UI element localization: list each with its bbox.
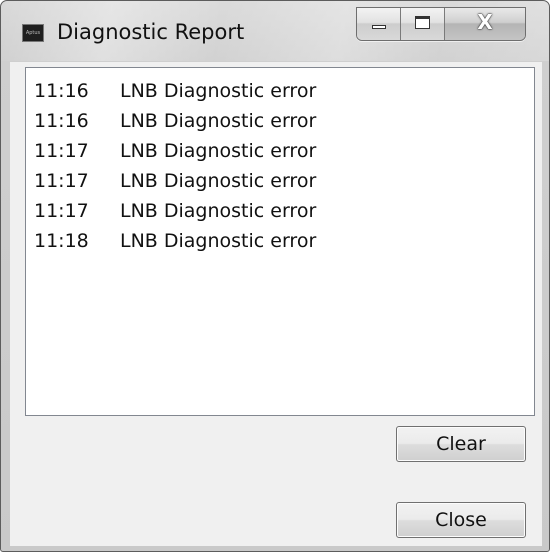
entry-message: LNB Diagnostic error [120, 230, 317, 252]
entry-message: LNB Diagnostic error [120, 170, 317, 192]
list-item[interactable]: 11:16 LNB Diagnostic error [26, 106, 534, 136]
entry-time: 11:17 [34, 140, 89, 162]
entry-time: 11:17 [34, 170, 89, 192]
diagnostic-report-window: Aptus Diagnostic Report X 11:16 LNB Diag… [0, 0, 550, 552]
client-area: 11:16 LNB Diagnostic error 11:16 LNB Dia… [10, 62, 542, 546]
clear-button[interactable]: Clear [396, 426, 526, 462]
list-item[interactable]: 11:17 LNB Diagnostic error [26, 166, 534, 196]
window-title: Diagnostic Report [57, 20, 245, 44]
minimize-button[interactable] [357, 8, 401, 40]
maximize-button[interactable] [401, 8, 445, 40]
caption-buttons: X [356, 7, 526, 41]
list-item[interactable]: 11:17 LNB Diagnostic error [26, 136, 534, 166]
close-button[interactable]: Close [396, 502, 526, 538]
entry-time: 11:18 [34, 230, 89, 252]
entry-message: LNB Diagnostic error [120, 110, 317, 132]
app-icon[interactable]: Aptus [22, 24, 44, 42]
minimize-icon [372, 25, 386, 29]
close-icon: X [477, 10, 493, 34]
entry-time: 11:16 [34, 110, 89, 132]
title-bar[interactable]: Aptus Diagnostic Report X [1, 1, 549, 61]
entry-time: 11:17 [34, 200, 89, 222]
list-item[interactable]: 11:16 LNB Diagnostic error [26, 76, 534, 106]
close-window-button[interactable]: X [445, 8, 525, 40]
maximize-icon [415, 16, 430, 29]
log-list[interactable]: 11:16 LNB Diagnostic error 11:16 LNB Dia… [25, 67, 535, 416]
entry-time: 11:16 [34, 80, 89, 102]
list-item[interactable]: 11:17 LNB Diagnostic error [26, 196, 534, 226]
entry-message: LNB Diagnostic error [120, 140, 317, 162]
entry-message: LNB Diagnostic error [120, 200, 317, 222]
entry-message: LNB Diagnostic error [120, 80, 317, 102]
list-item[interactable]: 11:18 LNB Diagnostic error [26, 226, 534, 256]
